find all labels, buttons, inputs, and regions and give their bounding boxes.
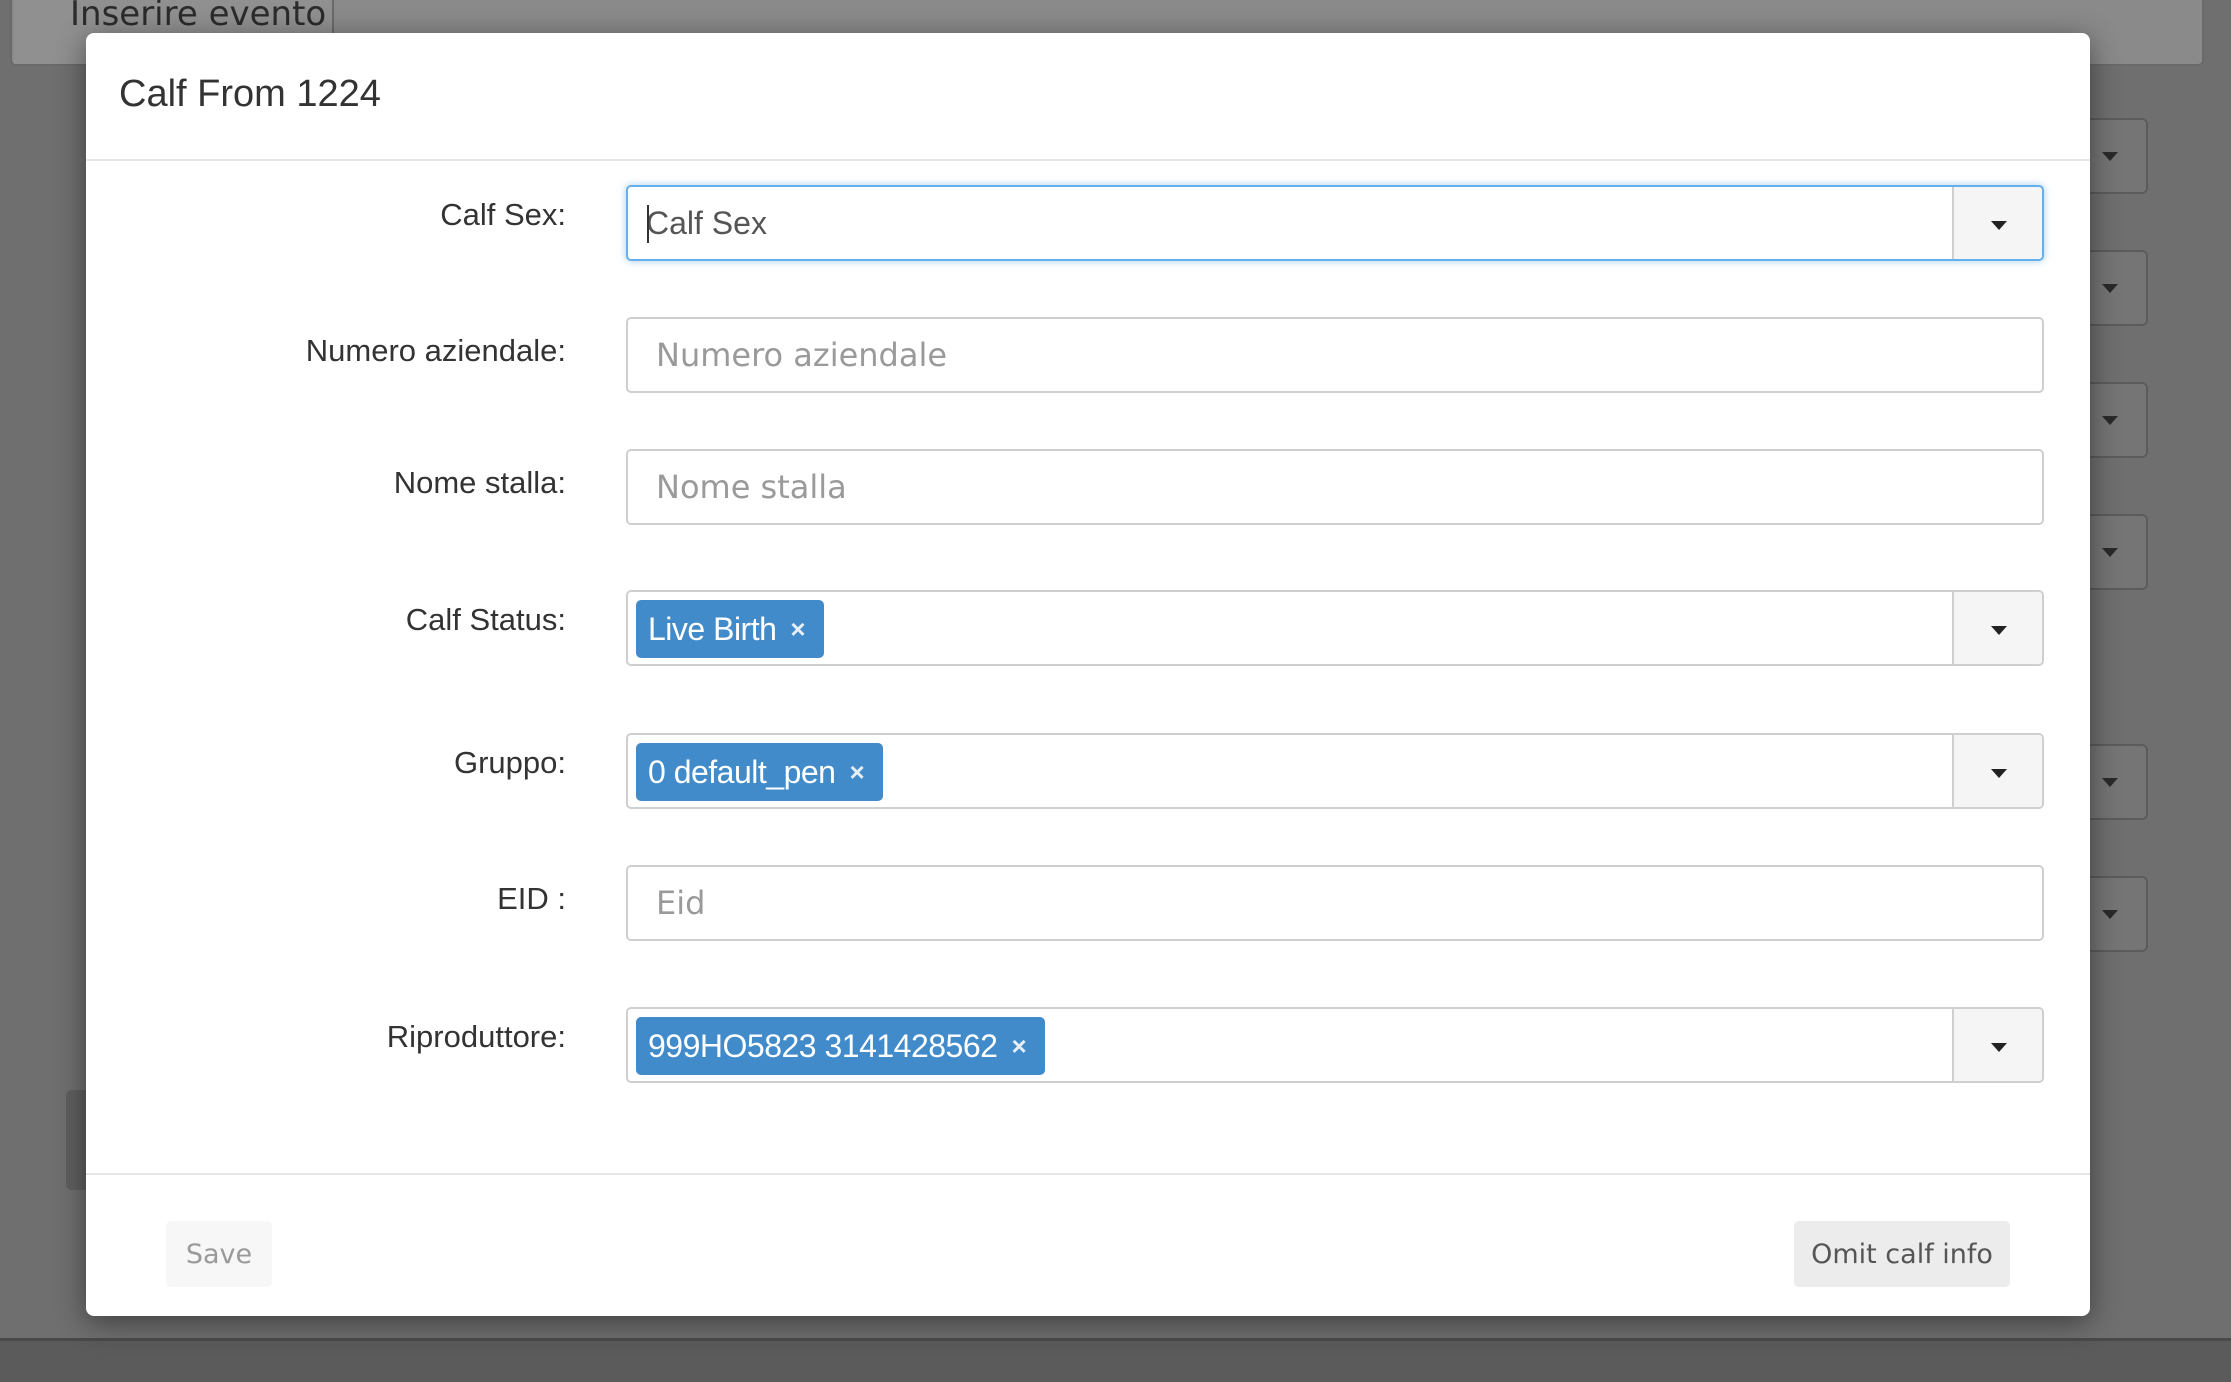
riproduttore-tag: 999HO5823 3141428562 × <box>636 1017 1045 1075</box>
eid-row: EID : <box>86 865 2090 941</box>
calf-sex-dropdown-button[interactable] <box>1952 187 2042 259</box>
gruppo-select[interactable]: 0 default_pen × <box>626 733 2044 809</box>
background-footer <box>0 1338 2231 1382</box>
modal-header: Calf From 1224 <box>86 33 2090 161</box>
nome-stalla-field[interactable] <box>626 449 2044 525</box>
riproduttore-select[interactable]: 999HO5823 3141428562 × <box>626 1007 2044 1083</box>
text-cursor <box>647 205 649 243</box>
background-dropdown <box>2080 744 2148 820</box>
gruppo-tag-label: 0 default_pen <box>648 753 836 790</box>
riproduttore-dropdown-button[interactable] <box>1952 1009 2042 1081</box>
background-dropdown <box>2080 382 2148 458</box>
nome-stalla-label: Nome stalla: <box>393 465 566 500</box>
eid-field[interactable] <box>626 865 2044 941</box>
background-dropdown <box>2080 250 2148 326</box>
numero-aziendale-row: Numero aziendale: <box>86 317 2090 393</box>
calf-status-row: Calf Status: Live Birth × <box>86 590 2090 666</box>
calf-status-select[interactable]: Live Birth × <box>626 590 2044 666</box>
numero-aziendale-label: Numero aziendale: <box>305 333 566 368</box>
calf-sex-select[interactable] <box>626 185 2044 261</box>
eid-input[interactable] <box>628 867 2042 939</box>
nome-stalla-row: Nome stalla: <box>86 449 2090 525</box>
caret-down-icon <box>1991 1043 2007 1052</box>
caret-down-icon <box>1991 626 2007 635</box>
caret-down-icon <box>2102 416 2118 425</box>
caret-down-icon <box>2102 548 2118 557</box>
omit-calf-info-button[interactable]: Omit calf info <box>1794 1221 2010 1287</box>
calf-sex-input[interactable] <box>628 187 1956 259</box>
nome-stalla-input[interactable] <box>628 451 2042 523</box>
calf-sex-label: Calf Sex: <box>440 197 566 232</box>
caret-down-icon <box>1991 221 2007 230</box>
modal-title: Calf From 1224 <box>119 73 381 115</box>
calf-sex-row: Calf Sex: <box>86 185 2090 261</box>
calf-status-tag: Live Birth × <box>636 600 824 658</box>
save-button[interactable]: Save <box>166 1221 272 1287</box>
gruppo-tag: 0 default_pen × <box>636 743 883 801</box>
remove-tag-icon[interactable]: × <box>1011 1033 1026 1059</box>
calf-status-dropdown-button[interactable] <box>1952 592 2042 664</box>
caret-down-icon <box>2102 778 2118 787</box>
background-dropdown <box>2080 514 2148 590</box>
riproduttore-label: Riproduttore: <box>386 1019 566 1054</box>
gruppo-dropdown-button[interactable] <box>1952 735 2042 807</box>
remove-tag-icon[interactable]: × <box>849 759 864 785</box>
eid-label: EID : <box>497 881 566 916</box>
background-dropdown <box>2080 118 2148 194</box>
caret-down-icon <box>2102 910 2118 919</box>
gruppo-label: Gruppo: <box>453 745 566 780</box>
numero-aziendale-input[interactable] <box>628 319 2042 391</box>
remove-tag-icon[interactable]: × <box>790 616 805 642</box>
background-dropdown <box>2080 876 2148 952</box>
modal-footer: Save Omit calf info <box>86 1173 2090 1318</box>
numero-aziendale-field[interactable] <box>626 317 2044 393</box>
caret-down-icon <box>2102 284 2118 293</box>
background-header-tab-label: Inserire evento <box>70 0 327 34</box>
calf-status-tag-label: Live Birth <box>648 610 777 647</box>
riproduttore-row: Riproduttore: 999HO5823 3141428562 × <box>86 1007 2090 1083</box>
calf-modal: Calf From 1224 Calf Sex: Numero aziendal… <box>86 33 2090 1316</box>
calf-status-label: Calf Status: <box>405 602 566 637</box>
riproduttore-tag-label: 999HO5823 3141428562 <box>648 1027 998 1064</box>
caret-down-icon <box>2102 152 2118 161</box>
gruppo-row: Gruppo: 0 default_pen × <box>86 733 2090 809</box>
caret-down-icon <box>1991 769 2007 778</box>
